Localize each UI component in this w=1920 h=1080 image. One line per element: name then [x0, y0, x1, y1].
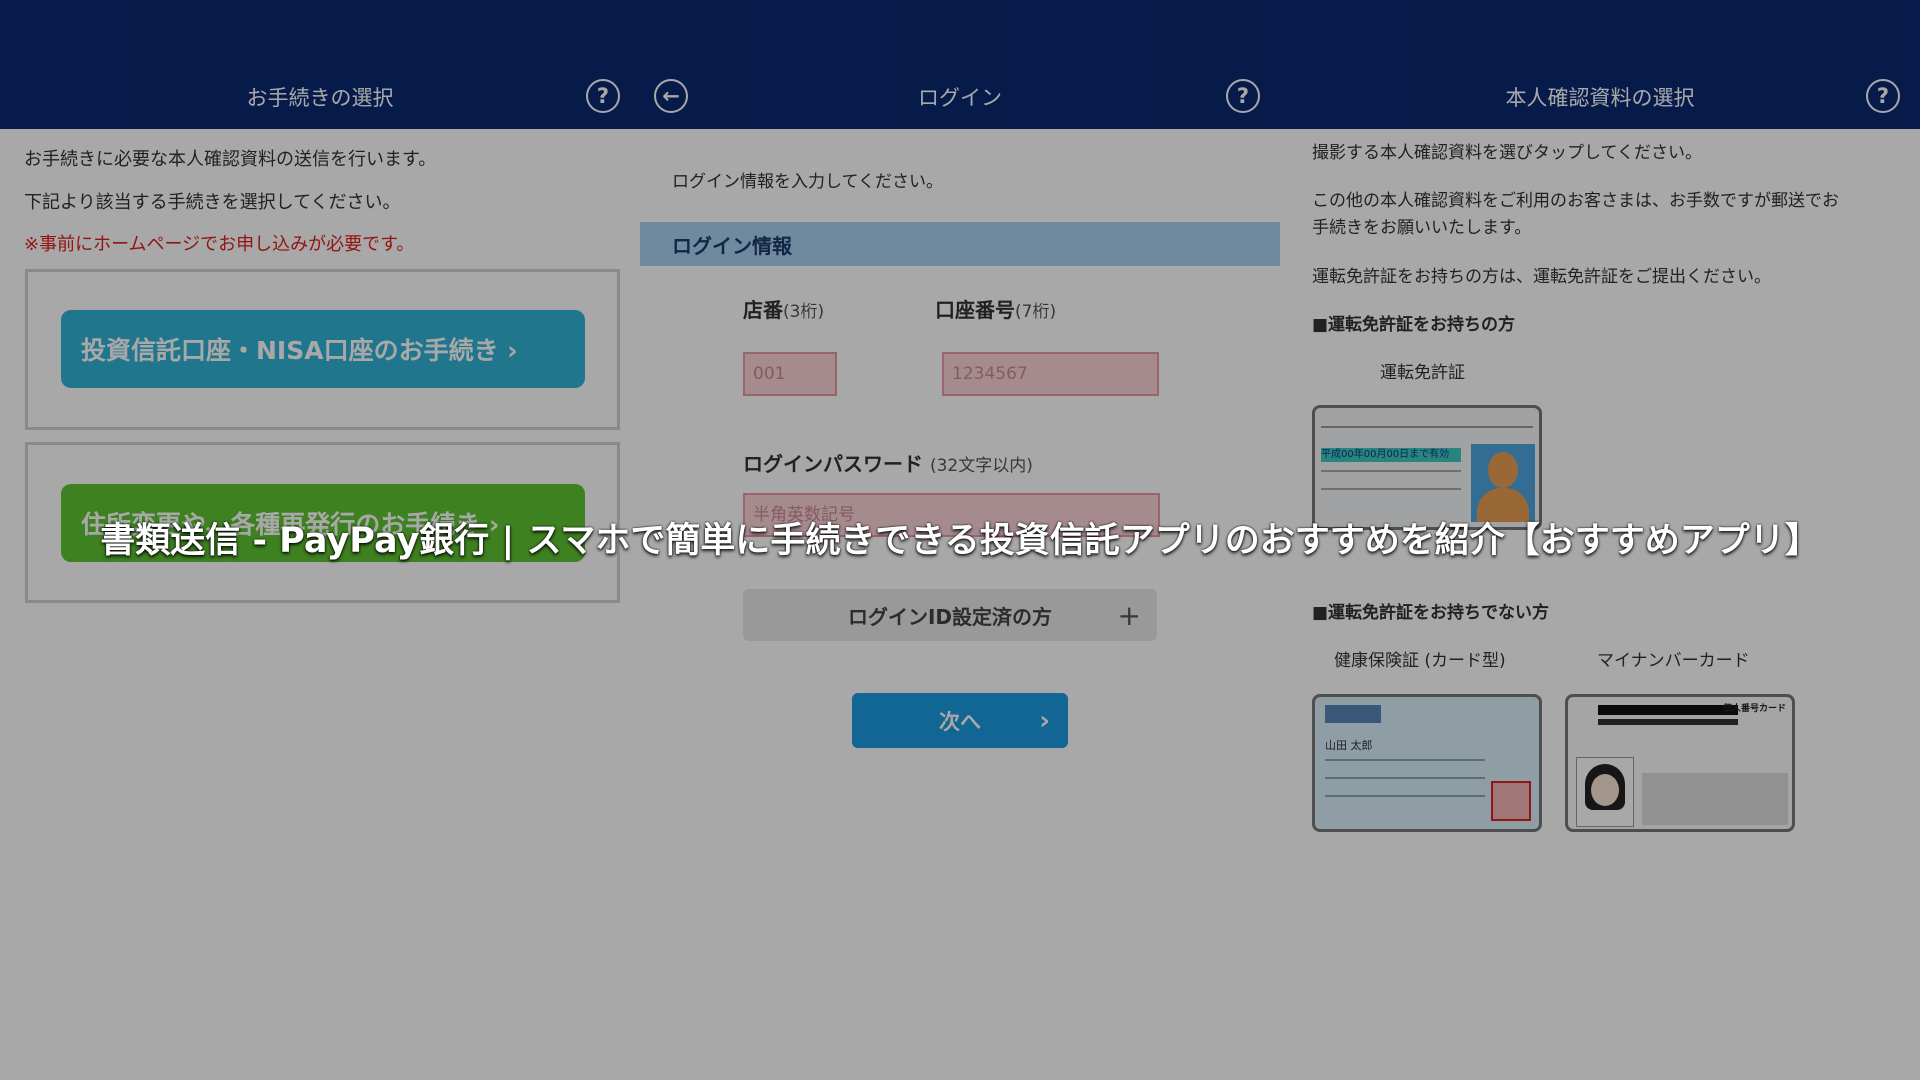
chevron-right-icon: ›: [1039, 705, 1050, 736]
license-note: 運転免許証をお持ちの方は、運転免許証をご提出ください。: [1312, 267, 1771, 287]
account-label: 口座番号(7桁): [935, 298, 1057, 322]
next-label: 次へ: [939, 709, 981, 734]
help-icon[interactable]: ?: [1866, 79, 1900, 113]
branch-input[interactable]: [743, 352, 837, 396]
health-insurance-card[interactable]: 山田 太郎: [1312, 694, 1542, 832]
notice-text: ※事前にホームページでお申し込みが必要です。: [24, 234, 415, 255]
next-button[interactable]: 次へ ›: [852, 693, 1068, 748]
card-line: [1325, 777, 1485, 779]
card-line: [1321, 488, 1461, 490]
mail-note-line1: この他の本人確認資料をご利用のお客さまは、お手数ですが郵送でお: [1312, 191, 1839, 211]
card-header-line: [1321, 414, 1533, 428]
seal-stamp: [1491, 781, 1531, 821]
login-id-expander[interactable]: ログインID設定済の方 +: [743, 589, 1157, 641]
face-shape: [1488, 452, 1518, 488]
card-title-block: [1325, 705, 1381, 723]
card-title: 個人番号カード: [1722, 704, 1786, 714]
mynumber-card[interactable]: 個人番号カード: [1565, 694, 1795, 832]
card-number-bar: [1598, 719, 1738, 725]
portrait-photo: [1576, 757, 1634, 827]
overlay-caption: 書類送信 - PayPay銀行 | スマホで簡単に手続きできる投資信託アプリのお…: [100, 521, 1820, 561]
login-id-label: ログインID設定済の方: [847, 604, 1053, 629]
password-label: ログインパスワード (32文字以内): [743, 452, 1033, 476]
instruction-text: 下記より該当する手続きを選択してください。: [24, 192, 401, 213]
face-shape: [1591, 774, 1619, 806]
login-info-section: ログイン情報: [640, 222, 1280, 266]
investment-nisa-button[interactable]: 投資信託口座・NISA口座のお手続き ›: [61, 310, 585, 388]
plus-icon: +: [1117, 598, 1141, 632]
mail-note-line2: 手続きをお願いいたします。: [1312, 218, 1532, 238]
panel-title: 本人確認資料の選択: [1505, 86, 1695, 110]
instruction-text: 撮影する本人確認資料を選びタップしてください。: [1312, 143, 1702, 163]
account-input[interactable]: [942, 352, 1159, 396]
insurance-label: 健康保険証 (カード型): [1334, 651, 1506, 671]
heading-no-license: ■運転免許証をお持ちでない方: [1312, 603, 1550, 623]
intro-text: お手続きに必要な本人確認資料の送信を行います。: [24, 149, 437, 170]
login-intro-text: ログイン情報を入力してください。: [672, 172, 943, 192]
help-icon[interactable]: ?: [586, 79, 620, 113]
validity-band: 平成00年00月00日まで有効: [1321, 448, 1461, 462]
panel-title: ログイン: [918, 86, 1002, 110]
panel-title: お手続きの選択: [246, 86, 394, 110]
card-line: [1321, 470, 1461, 472]
license-label: 運転免許証: [1380, 363, 1465, 383]
portrait-photo: [1471, 444, 1535, 522]
branch-label: 店番(3桁): [743, 298, 825, 322]
card-line: [1325, 759, 1485, 761]
card-info-area: [1642, 773, 1788, 825]
mynumber-label: マイナンバーカード: [1597, 651, 1750, 671]
card-line: [1325, 795, 1485, 797]
heading-has-license: ■運転免許証をお持ちの方: [1312, 315, 1516, 335]
help-icon[interactable]: ?: [1226, 79, 1260, 113]
card-number-bar: [1598, 705, 1738, 715]
card-holder-name: 山田 太郎: [1325, 739, 1373, 752]
